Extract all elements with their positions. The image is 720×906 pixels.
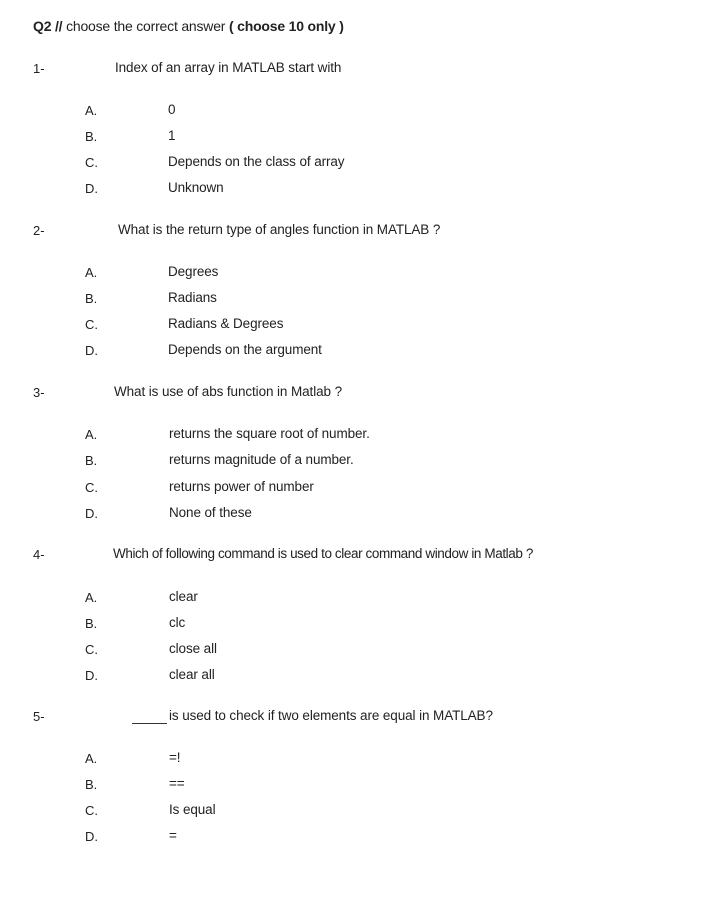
- option-text[interactable]: =!: [169, 750, 181, 765]
- option-label: C.: [85, 480, 98, 495]
- option-label: C.: [85, 642, 98, 657]
- option-text[interactable]: Unknown: [168, 180, 224, 195]
- question-text: Index of an array in MATLAB start with: [115, 60, 342, 75]
- question-line: is used to check if two elements are equ…: [132, 708, 493, 724]
- paren-close: ): [339, 18, 344, 34]
- option-label: D.: [85, 343, 98, 358]
- section-instruction: choose the correct answer: [66, 18, 226, 34]
- option-label: D.: [85, 181, 98, 196]
- question-number: 5-: [33, 709, 45, 724]
- question-number: 2-: [33, 223, 45, 238]
- option-label: B.: [85, 616, 98, 631]
- question-number: 1-: [33, 61, 45, 76]
- option-text[interactable]: clc: [169, 615, 185, 630]
- option-text[interactable]: returns magnitude of a number.: [169, 452, 354, 467]
- question-text: Which of following command is used to cl…: [113, 546, 533, 561]
- paren-open: (: [228, 18, 234, 34]
- option-label: A.: [85, 103, 98, 118]
- section-constraint: choose 10 only: [237, 18, 336, 34]
- option-text[interactable]: =: [169, 828, 177, 843]
- option-text[interactable]: close all: [169, 641, 217, 656]
- option-label: A.: [85, 427, 98, 442]
- option-text[interactable]: clear: [169, 589, 198, 604]
- question-number: 4-: [33, 547, 45, 562]
- section-header: Q2 // choose the correct answer ( choose…: [33, 18, 344, 34]
- option-label: D.: [85, 506, 98, 521]
- option-label: B.: [85, 453, 98, 468]
- option-text[interactable]: 1: [168, 128, 176, 143]
- question-number: 3-: [33, 385, 45, 400]
- question-text: What is the return type of angles functi…: [118, 222, 441, 237]
- option-text[interactable]: Degrees: [168, 264, 218, 279]
- option-text[interactable]: returns the square root of number.: [169, 426, 370, 441]
- option-text[interactable]: 0: [168, 102, 176, 117]
- option-text[interactable]: None of these: [169, 505, 252, 520]
- option-label: B.: [85, 129, 98, 144]
- option-label: A.: [85, 265, 98, 280]
- question-text: is used to check if two elements are equ…: [169, 708, 493, 723]
- option-label: A.: [85, 590, 98, 605]
- option-text[interactable]: Radians: [168, 290, 217, 305]
- option-text[interactable]: Depends on the class of array: [168, 154, 345, 169]
- option-label: A.: [85, 751, 98, 766]
- option-label: C.: [85, 317, 98, 332]
- option-label: B.: [85, 291, 98, 306]
- option-label: D.: [85, 668, 98, 683]
- option-text[interactable]: Depends on the argument: [168, 342, 322, 357]
- option-label: B.: [85, 777, 98, 792]
- option-text[interactable]: clear all: [169, 667, 215, 682]
- question-text: What is use of abs function in Matlab ?: [114, 384, 342, 399]
- option-label: C.: [85, 155, 98, 170]
- option-text[interactable]: ==: [169, 776, 185, 791]
- fill-in-blank[interactable]: [132, 708, 167, 724]
- option-text[interactable]: Is equal: [169, 802, 216, 817]
- option-label: C.: [85, 803, 98, 818]
- option-label: D.: [85, 829, 98, 844]
- section-number: Q2 //: [33, 18, 63, 34]
- option-text[interactable]: Radians & Degrees: [168, 316, 283, 331]
- option-text[interactable]: returns power of number: [169, 479, 314, 494]
